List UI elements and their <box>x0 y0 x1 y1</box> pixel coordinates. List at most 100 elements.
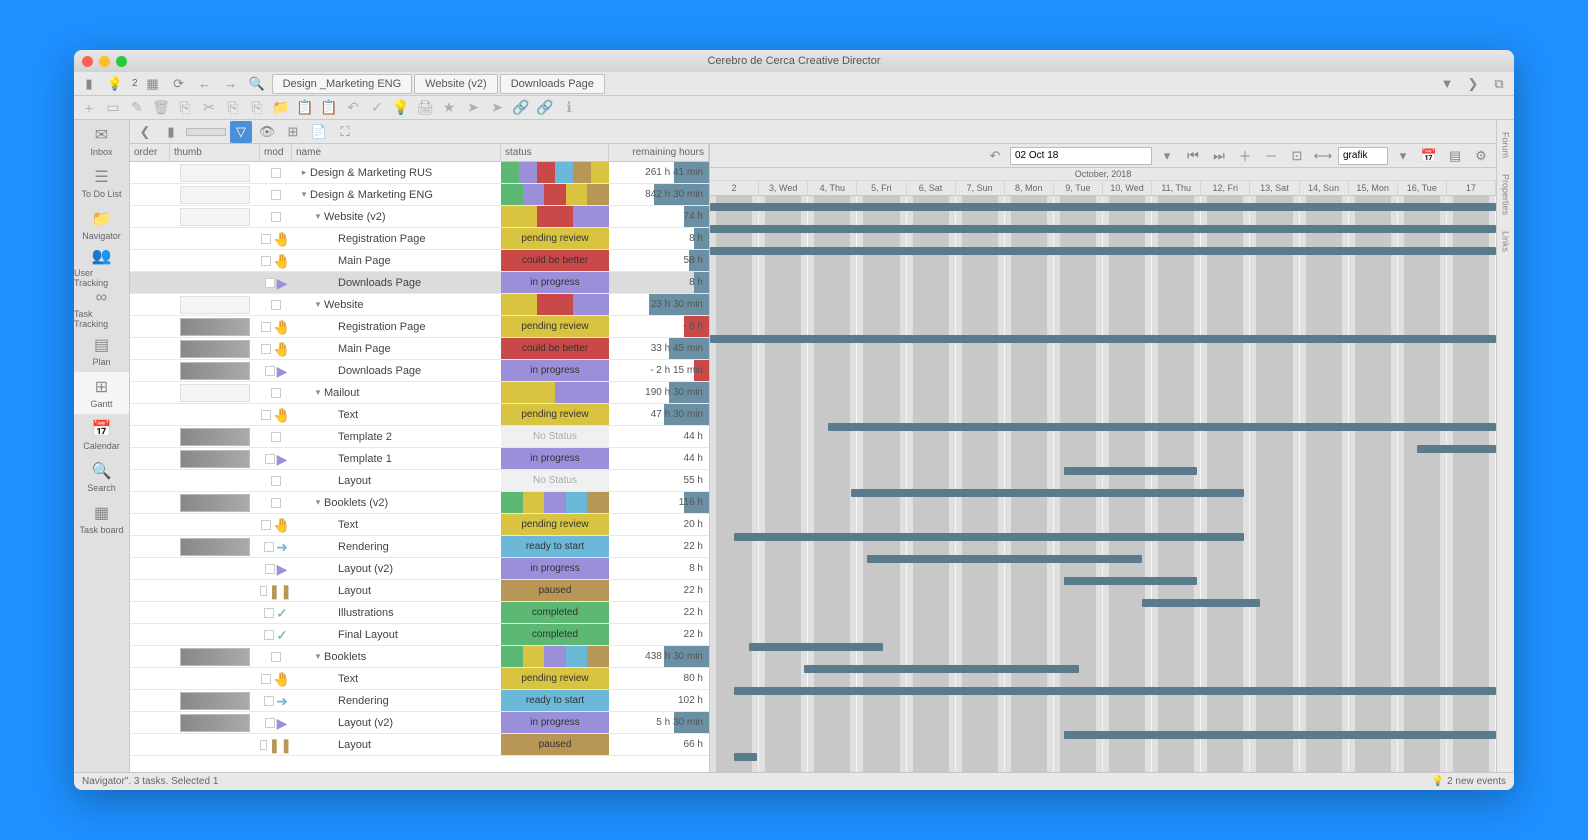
zoom-in-icon[interactable]: ＋ <box>1234 145 1256 167</box>
task-row[interactable]: ▸Design & Marketing RUS261 h 41 min <box>130 162 709 184</box>
nav-inbox[interactable]: ✉Inbox <box>74 120 129 162</box>
task-row[interactable]: ▶Layout (v2)in progress5 h 30 min <box>130 712 709 734</box>
add-icon[interactable]: + <box>78 97 100 119</box>
checkbox-icon[interactable] <box>271 212 281 222</box>
gantt-bar[interactable] <box>734 687 1496 695</box>
expand-icon[interactable]: ▾ <box>312 299 324 310</box>
nav-to-do-list[interactable]: ☰To Do List <box>74 162 129 204</box>
minimize-icon[interactable] <box>99 56 110 67</box>
date-input[interactable] <box>1010 147 1152 165</box>
edit-icon[interactable]: ✎ <box>126 97 148 119</box>
task-row[interactable]: 🤚Main Pagecould be better33 h 45 min <box>130 338 709 360</box>
eye-icon[interactable]: 👁 <box>256 121 278 143</box>
link2-icon[interactable]: 🔗 <box>534 97 556 119</box>
checkbox-icon[interactable] <box>265 366 275 376</box>
task-row[interactable]: 🤚Main Pagecould be better58 h <box>130 250 709 272</box>
paste2-icon[interactable]: 📋 <box>318 97 340 119</box>
checkbox-icon[interactable] <box>265 278 275 288</box>
clone-icon[interactable]: ⎘ <box>222 97 244 119</box>
first-icon[interactable]: ⏮ <box>1182 145 1204 167</box>
star-icon[interactable]: ★ <box>438 97 460 119</box>
checkbox-icon[interactable] <box>264 696 274 706</box>
expand-icon[interactable]: ▾ <box>312 497 324 508</box>
nav-task-board[interactable]: ▦Task board <box>74 498 129 540</box>
checkbox-icon[interactable] <box>264 630 274 640</box>
task-row[interactable]: ▾Mailout190 h 30 min <box>130 382 709 404</box>
collapse-icon[interactable]: ❮ <box>134 121 156 143</box>
nav-gantt[interactable]: ⊞Gantt <box>74 372 129 414</box>
task-row[interactable]: Template 2No Status44 h <box>130 426 709 448</box>
fwd-icon[interactable]: ➤ <box>462 97 484 119</box>
checkbox-icon[interactable] <box>265 564 275 574</box>
col-hours[interactable]: remaining hours <box>609 144 709 161</box>
task-row[interactable]: LayoutNo Status55 h <box>130 470 709 492</box>
task-row[interactable]: ▾Design & Marketing ENG842 h 30 min <box>130 184 709 206</box>
print-icon[interactable]: 🖨 <box>414 97 436 119</box>
expand-icon[interactable]: ▾ <box>312 211 324 222</box>
breadcrumb-item[interactable]: Downloads Page <box>500 74 605 94</box>
dropdown-icon[interactable]: ▼ <box>1436 73 1458 95</box>
checkbox-icon[interactable] <box>261 674 271 684</box>
task-row[interactable]: ▾Website23 h 30 min <box>130 294 709 316</box>
task-row[interactable]: 🤚Textpending review20 h <box>130 514 709 536</box>
gear-icon[interactable]: ⚙ <box>1470 145 1492 167</box>
nav-calendar[interactable]: 📅Calendar <box>74 414 129 456</box>
col-mod[interactable]: mod <box>260 144 292 161</box>
gantt-bar[interactable] <box>1064 467 1198 475</box>
expand-icon[interactable]: ▾ <box>312 387 324 398</box>
fit-icon[interactable]: ⊡ <box>1286 145 1308 167</box>
gantt-bar[interactable] <box>1142 599 1260 607</box>
expand-icon[interactable]: ▾ <box>298 189 310 200</box>
search-icon[interactable]: 🔍 <box>246 73 268 95</box>
check-icon[interactable]: ✓ <box>366 97 388 119</box>
bulb-icon[interactable]: 💡 <box>104 73 126 95</box>
task-row[interactable]: 🤚Textpending review80 h <box>130 668 709 690</box>
nav-user-tracking[interactable]: 👥User Tracking <box>74 246 129 288</box>
task-row[interactable]: ▶Template 1in progress44 h <box>130 448 709 470</box>
view-select[interactable] <box>1338 147 1388 165</box>
checkbox-icon[interactable] <box>271 168 281 178</box>
cut-icon[interactable]: ✂ <box>198 97 220 119</box>
gantt-back-icon[interactable]: ↶ <box>984 145 1006 167</box>
bulb2-icon[interactable]: 💡 <box>390 97 412 119</box>
task-row[interactable]: ▾Booklets (v2)116 h <box>130 492 709 514</box>
back-icon[interactable]: ← <box>194 73 216 95</box>
checkbox-icon[interactable] <box>260 586 267 596</box>
gantt-bar[interactable] <box>1417 445 1496 453</box>
link-icon[interactable]: 🔗 <box>510 97 532 119</box>
cal-icon[interactable]: 📅 <box>1418 145 1440 167</box>
checkbox-icon[interactable] <box>260 740 267 750</box>
task-row[interactable]: 🤚Registration Pagepending review- 8 h <box>130 316 709 338</box>
chevron-down2-icon[interactable]: ▾ <box>1392 145 1414 167</box>
checkbox-icon[interactable] <box>265 454 275 464</box>
external-icon[interactable]: ⧉ <box>1488 73 1510 95</box>
task-row[interactable]: ➜Renderingready to start22 h <box>130 536 709 558</box>
paste-icon[interactable]: 📋 <box>294 97 316 119</box>
nav-task-tracking[interactable]: ∞Task Tracking <box>74 288 129 330</box>
gantt-bar[interactable] <box>749 643 883 651</box>
gantt-bar[interactable] <box>851 489 1244 497</box>
task-row[interactable]: ➜Renderingready to start102 h <box>130 690 709 712</box>
right-tab-links[interactable]: Links <box>1501 227 1511 256</box>
gantt-bar[interactable] <box>734 533 1245 541</box>
task-row[interactable]: ▶Layout (v2)in progress8 h <box>130 558 709 580</box>
last-icon[interactable]: ⏭ <box>1208 145 1230 167</box>
gantt-bar[interactable] <box>867 555 1142 563</box>
chevron-down-icon[interactable]: ▾ <box>1156 145 1178 167</box>
col-name[interactable]: name <box>292 144 501 161</box>
checkbox-icon[interactable] <box>261 520 271 530</box>
checkbox-icon[interactable] <box>264 542 274 552</box>
maximize-icon[interactable] <box>116 56 127 67</box>
gantt-bar[interactable] <box>828 423 1496 431</box>
checkbox-icon[interactable] <box>261 234 271 244</box>
nav-plan[interactable]: ▤Plan <box>74 330 129 372</box>
col-status[interactable]: status <box>501 144 609 161</box>
task-row[interactable]: ▾Website (v2)74 h <box>130 206 709 228</box>
trash-icon[interactable]: 🗑 <box>150 97 172 119</box>
right-tab-properties[interactable]: Properties <box>1501 170 1511 219</box>
task-row[interactable]: ▾Booklets438 h 30 min <box>130 646 709 668</box>
gantt-bar[interactable] <box>1064 577 1198 585</box>
task-row[interactable]: ❚❚Layoutpaused66 h <box>130 734 709 756</box>
gantt-bar[interactable] <box>710 203 1496 211</box>
info-icon[interactable]: ℹ <box>558 97 580 119</box>
